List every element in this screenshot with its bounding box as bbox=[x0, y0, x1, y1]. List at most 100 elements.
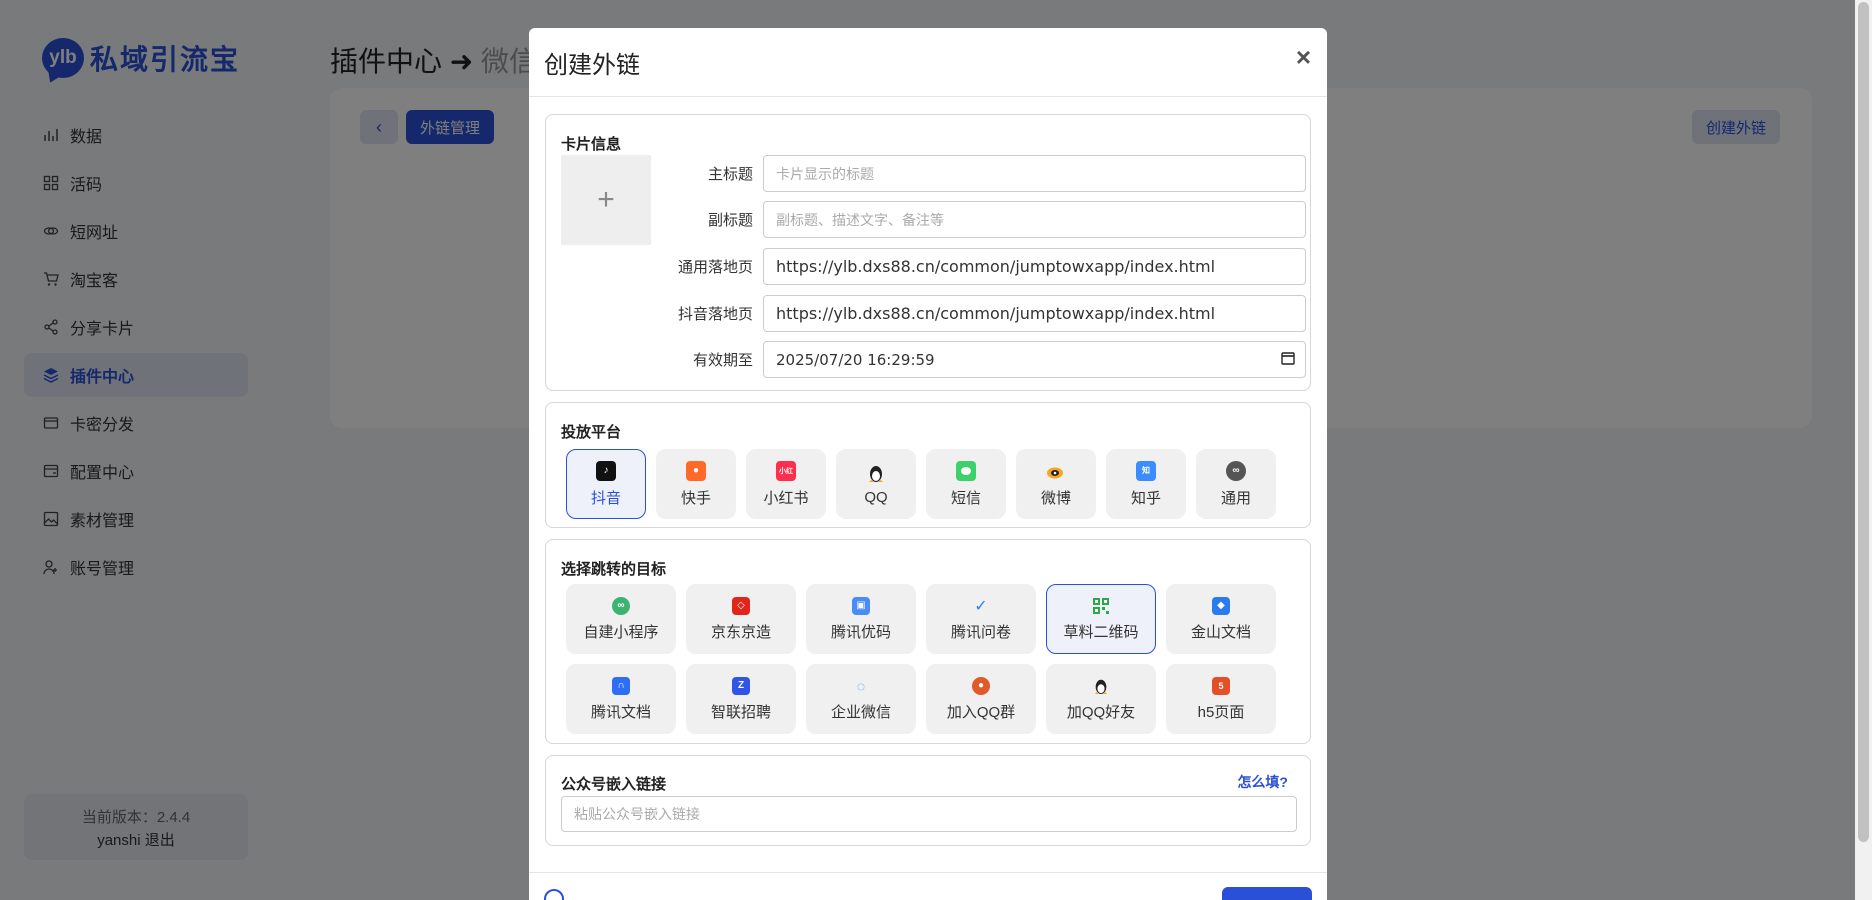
landing-input[interactable]: https://ylb.dxs88.cn/common/jumptowxapp/… bbox=[763, 248, 1306, 285]
target-label: 企业微信 bbox=[830, 703, 891, 721]
check-survey-icon: ✓ bbox=[974, 597, 988, 615]
field-label: 主标题 bbox=[707, 166, 753, 183]
platform-label: 微博 bbox=[1040, 489, 1071, 507]
target-miniprogram[interactable]: ∞ 自建小程序 bbox=[566, 584, 676, 654]
tencent-doc-icon: ∩ bbox=[612, 676, 630, 695]
kingsoft-doc-icon: ◆ bbox=[1212, 596, 1230, 615]
platform-label: 通用 bbox=[1220, 489, 1251, 507]
main-title-input[interactable]: 卡片显示的标题 bbox=[763, 155, 1306, 192]
expire-date-input[interactable]: 2025/07/20 16:29:59 bbox=[763, 341, 1306, 378]
platform-sms[interactable]: 短信 bbox=[926, 449, 1006, 519]
douyin-icon: ♪ bbox=[596, 460, 616, 481]
target-tencent-survey[interactable]: ✓ 腾讯问卷 bbox=[926, 584, 1036, 654]
target-zhaopin[interactable]: Z 智联招聘 bbox=[686, 664, 796, 734]
platform-list: ♪ 抖音 ● 快手 小红 小红书 QQ 短信 微博 知 知乎 ∞ 通用 bbox=[566, 449, 1276, 519]
target-h5-page[interactable]: 5 h5页面 bbox=[1166, 664, 1276, 734]
target-caoliao-qrcode[interactable]: 草料二维码 bbox=[1046, 584, 1156, 654]
calendar-icon[interactable] bbox=[1281, 351, 1295, 369]
platform-label: 抖音 bbox=[590, 489, 621, 507]
field-label: 副标题 bbox=[707, 212, 753, 229]
target-label: 智联招聘 bbox=[710, 703, 771, 721]
platform-label: 快手 bbox=[680, 489, 711, 507]
platform-label: 小红书 bbox=[763, 489, 809, 507]
platform-zhihu[interactable]: 知 知乎 bbox=[1106, 449, 1186, 519]
target-qq-friend[interactable]: 加QQ好友 bbox=[1046, 664, 1156, 734]
platform-label: 短信 bbox=[950, 489, 981, 507]
submit-button[interactable] bbox=[1222, 887, 1312, 900]
target-label: 加QQ好友 bbox=[1066, 703, 1136, 721]
embed-link-input[interactable]: 粘贴公众号嵌入链接 bbox=[561, 796, 1297, 832]
platform-label: QQ bbox=[864, 488, 888, 506]
modal-footer bbox=[529, 872, 1327, 900]
subtitle-input[interactable]: 副标题、描述文字、备注等 bbox=[763, 201, 1306, 238]
qrcode-icon bbox=[1092, 597, 1110, 615]
platform-weibo[interactable]: 微博 bbox=[1016, 449, 1096, 519]
card-info-section: 卡片信息 + 主标题 卡片显示的标题 副标题 副标题、描述文字、备注等 通用落地… bbox=[545, 114, 1311, 391]
target-label: 草料二维码 bbox=[1063, 623, 1139, 641]
expire-date-value: 2025/07/20 16:29:59 bbox=[776, 350, 935, 369]
target-tencent-youma[interactable]: ▣ 腾讯优码 bbox=[806, 584, 916, 654]
douyin-landing-row: 抖音落地页 https://ylb.dxs88.cn/common/jumpto… bbox=[656, 295, 1306, 332]
help-circle-icon[interactable] bbox=[544, 889, 564, 900]
field-label: 有效期至 bbox=[692, 352, 753, 369]
main-title-row: 主标题 卡片显示的标题 bbox=[656, 155, 1306, 192]
subtitle-row: 副标题 副标题、描述文字、备注等 bbox=[656, 201, 1306, 238]
field-label: 抖音落地页 bbox=[677, 306, 753, 323]
target-tencent-doc[interactable]: ∩ 腾讯文档 bbox=[566, 664, 676, 734]
image-upload[interactable]: + bbox=[561, 155, 651, 245]
modal-title: 创建外链 bbox=[544, 51, 640, 79]
platform-kuaishou[interactable]: ● 快手 bbox=[656, 449, 736, 519]
jd-box-icon: ◇ bbox=[732, 596, 750, 615]
target-jd[interactable]: ◇ 京东京造 bbox=[686, 584, 796, 654]
tencent-cube-icon: ▣ bbox=[852, 596, 870, 615]
qq-friend-icon bbox=[1092, 677, 1110, 695]
scrollbar-thumb[interactable] bbox=[1858, 2, 1869, 842]
target-label: 腾讯文档 bbox=[590, 703, 651, 721]
target-list: ∞ 自建小程序 ◇ 京东京造 ▣ 腾讯优码 ✓ 腾讯问卷 草料二维码 ◆ 金山文… bbox=[566, 584, 1306, 734]
section-title: 选择跳转的目标 bbox=[561, 561, 667, 578]
kuaishou-icon: ● bbox=[686, 460, 706, 481]
landing-row: 通用落地页 https://ylb.dxs88.cn/common/jumpto… bbox=[656, 248, 1306, 285]
target-section: 选择跳转的目标 ∞ 自建小程序 ◇ 京东京造 ▣ 腾讯优码 ✓ 腾讯问卷 草料二… bbox=[545, 539, 1311, 744]
help-link[interactable]: 怎么填? bbox=[1237, 772, 1288, 792]
miniprogram-icon: ∞ bbox=[612, 596, 630, 615]
html5-icon: 5 bbox=[1212, 676, 1230, 695]
platform-general[interactable]: ∞ 通用 bbox=[1196, 449, 1276, 519]
platform-section: 投放平台 ♪ 抖音 ● 快手 小红 小红书 QQ 短信 微博 知 知乎 ∞ 通用 bbox=[545, 402, 1311, 528]
target-label: 腾讯优码 bbox=[830, 623, 891, 641]
qq-group-icon: ● bbox=[972, 676, 990, 695]
wecom-icon: ◌ bbox=[856, 677, 866, 694]
weibo-icon bbox=[1046, 461, 1066, 481]
target-qq-group[interactable]: ● 加入QQ群 bbox=[926, 664, 1036, 734]
field-label: 通用落地页 bbox=[677, 259, 753, 276]
zhaopin-icon: Z bbox=[732, 676, 750, 695]
embed-link-section: 公众号嵌入链接 怎么填? 粘贴公众号嵌入链接 bbox=[545, 755, 1311, 846]
target-wecom[interactable]: ◌ 企业微信 bbox=[806, 664, 916, 734]
target-kingsoft-doc[interactable]: ◆ 金山文档 bbox=[1166, 584, 1276, 654]
modal-header: 创建外链 bbox=[529, 28, 1327, 97]
douyin-landing-input[interactable]: https://ylb.dxs88.cn/common/jumptowxapp/… bbox=[763, 295, 1306, 332]
section-title: 投放平台 bbox=[561, 424, 622, 441]
qq-penguin-icon bbox=[866, 463, 886, 483]
sms-icon bbox=[956, 460, 976, 481]
target-label: h5页面 bbox=[1197, 703, 1245, 721]
target-label: 加入QQ群 bbox=[946, 703, 1016, 721]
xiaohongshu-icon: 小红 bbox=[776, 460, 796, 481]
target-label: 京东京造 bbox=[710, 623, 771, 641]
expire-row: 有效期至 2025/07/20 16:29:59 bbox=[656, 341, 1306, 378]
target-label: 自建小程序 bbox=[583, 623, 659, 641]
target-label: 金山文档 bbox=[1190, 623, 1251, 641]
platform-label: 知乎 bbox=[1130, 489, 1161, 507]
platform-xiaohongshu[interactable]: 小红 小红书 bbox=[746, 449, 826, 519]
target-label: 腾讯问卷 bbox=[950, 623, 1011, 641]
create-link-modal: 创建外链 × 卡片信息 + 主标题 卡片显示的标题 副标题 副标题、描述文字、备… bbox=[529, 28, 1327, 900]
platform-douyin[interactable]: ♪ 抖音 bbox=[566, 449, 646, 519]
plus-icon: + bbox=[597, 183, 615, 216]
section-title: 公众号嵌入链接 bbox=[561, 776, 667, 793]
close-icon[interactable]: × bbox=[1296, 44, 1311, 70]
scrollbar[interactable] bbox=[1855, 0, 1872, 900]
section-title: 卡片信息 bbox=[561, 136, 622, 153]
zhihu-icon: 知 bbox=[1136, 460, 1156, 481]
link-icon: ∞ bbox=[1226, 460, 1246, 481]
platform-qq[interactable]: QQ bbox=[836, 449, 916, 519]
